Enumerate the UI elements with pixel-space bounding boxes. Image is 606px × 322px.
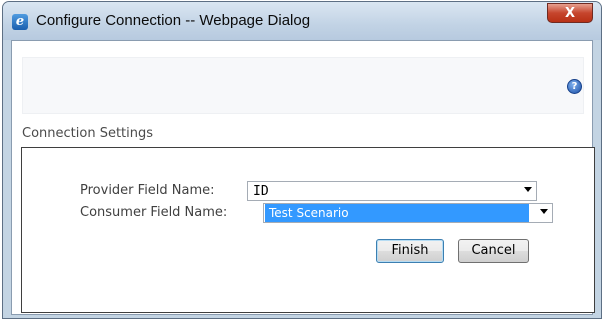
dialog-content: ? Connection Settings Provider Field Nam…	[11, 40, 595, 315]
close-button[interactable]: X	[547, 3, 593, 23]
consumer-field-select[interactable]: Test Scenario	[263, 203, 553, 223]
window-title: Configure Connection -- Webpage Dialog	[36, 12, 311, 29]
toolbar-strip	[22, 57, 584, 114]
chevron-down-icon	[540, 209, 548, 214]
section-title: Connection Settings	[22, 126, 154, 141]
consumer-field-label: Consumer Field Name:	[80, 205, 228, 220]
provider-field-value: ID	[253, 184, 269, 199]
title-bar[interactable]: e Configure Connection -- Webpage Dialog…	[3, 2, 601, 40]
help-icon[interactable]: ?	[567, 79, 582, 94]
internet-explorer-icon: e	[12, 14, 28, 30]
provider-field-select[interactable]: ID	[247, 181, 537, 201]
consumer-field-value: Test Scenario	[265, 204, 529, 222]
finish-button[interactable]: Finish	[376, 239, 444, 263]
cancel-button[interactable]: Cancel	[458, 239, 529, 263]
connection-settings-panel: Provider Field Name: ID Consumer Field N…	[21, 147, 595, 313]
chevron-down-icon	[524, 187, 532, 192]
dialog-window: e Configure Connection -- Webpage Dialog…	[2, 1, 602, 319]
provider-field-label: Provider Field Name:	[80, 183, 215, 198]
